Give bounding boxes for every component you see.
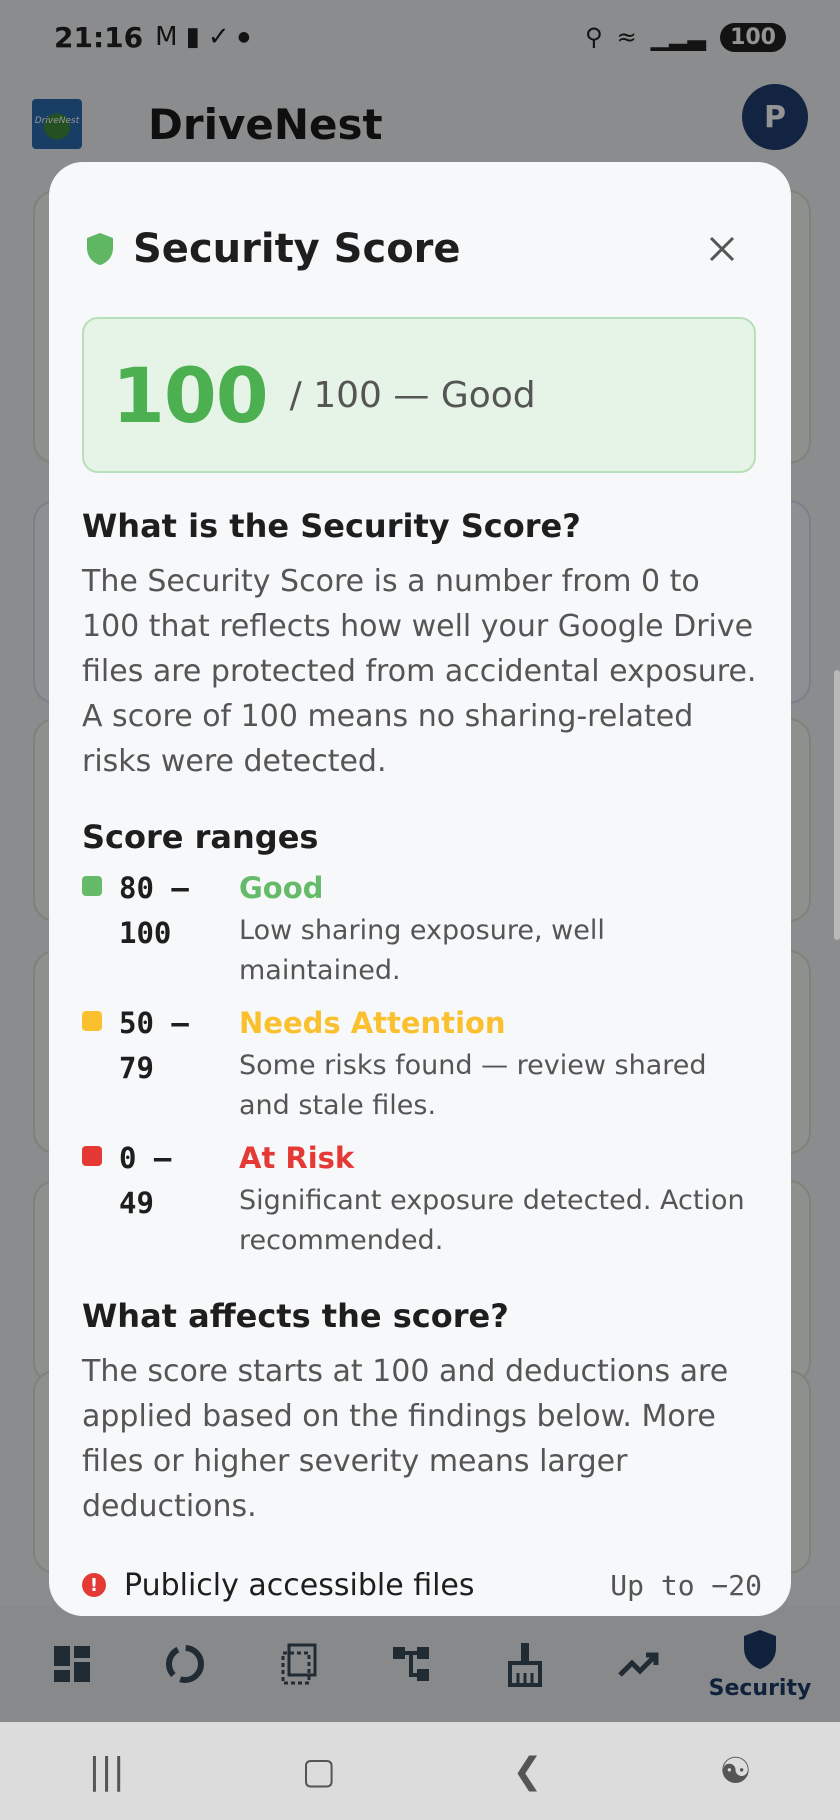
score-summary: 100 / 100 — Good <box>82 317 756 473</box>
range-color-swatch <box>82 1146 102 1166</box>
affects-heading: What affects the score? <box>82 1297 509 1335</box>
finding-label: Publicly accessible files <box>124 1567 475 1603</box>
score-status: / 100 — Good <box>289 374 536 416</box>
dialog-header: Security Score <box>85 214 755 284</box>
range-description: Low sharing exposure, well maintained. <box>239 915 605 986</box>
dialog-title: Security Score <box>133 226 461 272</box>
recent-apps-button[interactable]: ||| <box>88 1751 124 1792</box>
alert-icon: ! <box>82 1573 106 1597</box>
affects-text: The score starts at 100 and deductions a… <box>82 1354 729 1524</box>
scrollbar[interactable] <box>834 670 840 940</box>
back-button[interactable]: ❮ <box>512 1751 542 1792</box>
range-color-swatch <box>82 1011 102 1031</box>
finding-row: ! Publicly accessible files Up to −20 <box>82 1557 762 1613</box>
close-button[interactable] <box>695 222 749 276</box>
range-at-risk: 0 – 49 At Risk Significant exposure dete… <box>82 1136 762 1261</box>
range-values: 80 – 100 <box>119 871 189 950</box>
range-label: Needs Attention <box>239 1006 506 1040</box>
range-good: 80 – 100 Good Low sharing exposure, well… <box>82 866 762 991</box>
range-values: 0 – 49 <box>119 1141 172 1220</box>
what-heading: What is the Security Score? <box>82 507 581 545</box>
range-color-swatch <box>82 876 102 896</box>
range-needs-attention: 50 – 79 Needs Attention Some risks found… <box>82 1001 762 1126</box>
ranges-heading: Score ranges <box>82 818 319 856</box>
score-value: 100 <box>112 350 269 440</box>
accessibility-icon[interactable]: ☯ <box>719 1751 751 1792</box>
range-label: At Risk <box>239 1141 355 1175</box>
shield-icon <box>87 233 113 265</box>
close-icon <box>709 236 735 262</box>
security-score-dialog: Security Score 100 / 100 — Good What is … <box>49 162 791 1616</box>
range-description: Some risks found — review shared and sta… <box>239 1050 707 1121</box>
dialog-content: What is the Security Score? The Security… <box>82 507 762 1529</box>
range-label: Good <box>239 871 324 905</box>
system-nav-bar: ||| ▢ ❮ ☯ <box>0 1722 840 1820</box>
what-text: The Security Score is a number from 0 to… <box>82 564 757 779</box>
range-values: 50 – 79 <box>119 1006 189 1085</box>
finding-deduction: Up to −20 <box>610 1568 762 1602</box>
home-button[interactable]: ▢ <box>302 1751 336 1792</box>
range-description: Significant exposure detected. Action re… <box>239 1185 745 1256</box>
